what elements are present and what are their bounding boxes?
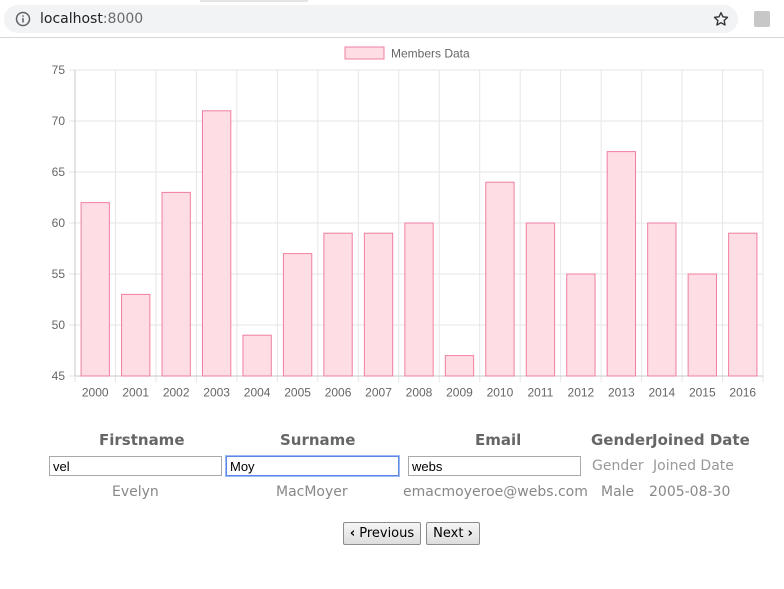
x-tick-label: 2003 <box>203 386 230 400</box>
previous-button[interactable]: ‹ Previous <box>343 522 421 545</box>
surname-filter-input[interactable] <box>225 455 400 477</box>
bar-2013 <box>606 151 637 377</box>
chevron-left-icon: ‹ <box>349 526 356 541</box>
x-tick-label: 2016 <box>729 386 756 400</box>
tab-strip-edge <box>200 0 308 2</box>
x-tick-label: 2008 <box>406 386 433 400</box>
legend-swatch <box>344 46 385 60</box>
email-filter-input[interactable] <box>408 456 581 476</box>
previous-label: Previous <box>359 526 415 541</box>
bar-2006 <box>323 232 353 377</box>
chevron-right-icon: › <box>467 526 473 541</box>
bar-2016 <box>728 232 758 377</box>
x-tick-label: 2005 <box>284 386 311 400</box>
x-tick-label: 2000 <box>82 386 109 400</box>
y-tick-label: 60 <box>52 216 66 230</box>
x-tick-label: 2010 <box>487 386 514 400</box>
bar-2010 <box>485 181 515 377</box>
address-bar[interactable]: localhost:8000 <box>4 5 738 33</box>
header-firstname[interactable]: Firstname <box>99 431 185 449</box>
x-tick-label: 2002 <box>163 386 190 400</box>
x-tick-label: 2004 <box>244 386 271 400</box>
x-tick-label: 2015 <box>689 386 716 400</box>
x-tick-label: 2013 <box>608 386 635 400</box>
bar-2001 <box>121 293 151 377</box>
bar-2004 <box>242 334 272 377</box>
y-tick-label: 75 <box>52 63 66 77</box>
bar-2014 <box>647 222 677 377</box>
firstname-filter-input[interactable] <box>49 456 222 476</box>
info-icon[interactable] <box>15 11 31 27</box>
cell-gender: Male <box>601 484 635 500</box>
bar-2002 <box>161 191 191 377</box>
bar-2005 <box>282 253 313 377</box>
header-surname[interactable]: Surname <box>280 431 355 449</box>
cell-firstname: Evelyn <box>112 484 159 500</box>
next-button[interactable]: Next › <box>426 522 480 545</box>
members-bar-chart: Members Data 45 50 55 60 65 70 75 2000 2001 2002 20… <box>52 46 764 400</box>
header-joined-date[interactable]: Joined Date <box>652 431 750 449</box>
bar-2007 <box>363 232 394 377</box>
bar-2015 <box>687 273 717 377</box>
y-tick-label: 50 <box>52 318 66 332</box>
url-host: localhost <box>40 11 103 27</box>
joined-date-filter-input[interactable]: Joined Date <box>653 458 734 474</box>
x-tick-label: 2014 <box>648 386 675 400</box>
x-tick-label: 2012 <box>568 386 595 400</box>
y-tick-label: 45 <box>52 369 66 383</box>
bar-2011 <box>525 222 556 377</box>
bar-2009 <box>444 355 475 377</box>
bar-2003 <box>201 110 232 377</box>
cell-email: emacmoyeroe@webs.com <box>403 484 588 500</box>
url-text[interactable]: localhost:8000 <box>40 11 143 27</box>
header-email[interactable]: Email <box>475 431 521 449</box>
legend-label: Members Data <box>391 47 470 61</box>
x-tick-label: 2001 <box>122 386 149 400</box>
x-tick-label: 2007 <box>365 386 392 400</box>
gender-filter-input[interactable]: Gender <box>592 458 644 474</box>
x-tick-label: 2006 <box>325 386 352 400</box>
bar-2000 <box>80 202 110 377</box>
star-icon[interactable] <box>712 10 730 28</box>
y-tick-label: 70 <box>52 114 66 128</box>
pdf-extension-icon[interactable] <box>754 11 770 27</box>
x-tick-label: 2009 <box>446 386 473 400</box>
cell-surname: MacMoyer <box>276 484 348 500</box>
y-tick-label: 65 <box>52 165 66 179</box>
url-port: :8000 <box>102 11 144 27</box>
bar-2008 <box>404 222 434 377</box>
browser-toolbar: localhost:8000 <box>0 0 784 38</box>
x-tick-label: 2011 <box>528 386 554 400</box>
cell-joined-date: 2005-08-30 <box>649 484 731 500</box>
bar-2012 <box>566 273 596 377</box>
y-tick-label: 55 <box>52 267 66 281</box>
header-gender[interactable]: Gender <box>591 431 652 449</box>
next-label: Next <box>433 526 464 541</box>
